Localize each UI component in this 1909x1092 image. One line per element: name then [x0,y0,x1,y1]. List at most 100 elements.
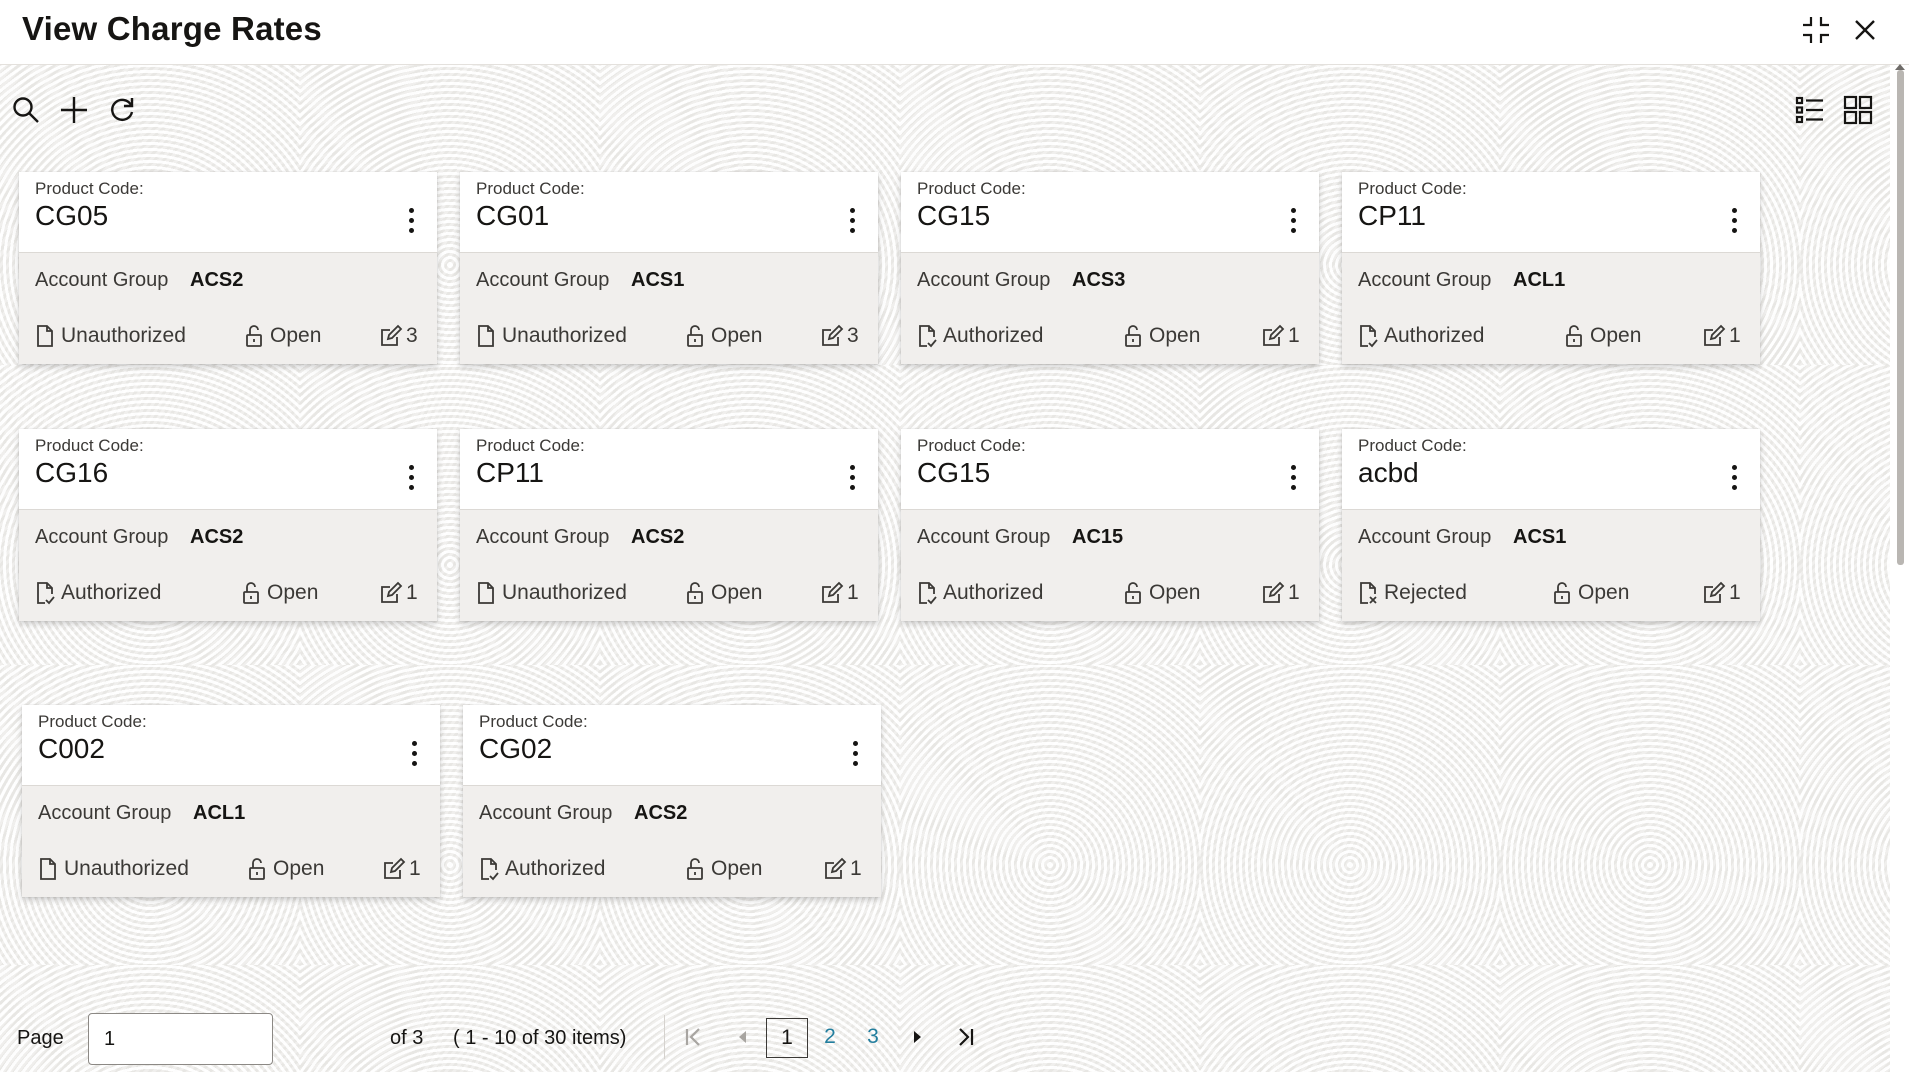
lock-status-text: Open [1590,324,1642,347]
status-text: Authorized [943,581,1044,604]
page-number-input[interactable] [88,1013,273,1065]
more-options-icon[interactable] [1722,457,1746,497]
card-footer: Authorized Open 1 [19,566,437,621]
more-options-icon[interactable] [840,200,864,240]
more-options-icon[interactable] [1281,457,1305,497]
account-group-row: Account Group ACS2 [463,785,881,843]
page-link-current[interactable]: 1 [766,1018,808,1058]
modification-count-value: 1 [1288,324,1300,347]
authorized-document-icon [917,581,937,605]
authorized-document-icon [479,857,499,881]
more-options-icon[interactable] [402,733,426,773]
pagination-bar: Page of 3 ( 1 - 10 of 30 items) 1 2 3 [0,1005,1000,1065]
vertical-scrollbar[interactable] [1895,64,1905,1070]
previous-page-icon[interactable] [725,1019,761,1055]
edit-icon [1702,581,1726,605]
modification-count-value: 3 [847,324,859,347]
account-group-label: Account Group [479,802,613,824]
minimize-icon[interactable] [1796,10,1836,50]
status-text: Unauthorized [61,324,186,347]
modification-count: 1 [1261,324,1300,348]
lock-status: Open [685,581,762,605]
edit-icon [382,857,406,881]
status-indicator: Unauthorized [38,857,189,881]
card-header: Product Code: CG05 [19,172,437,252]
page-link[interactable]: 3 [863,1018,883,1056]
product-code-label: Product Code: [35,436,144,455]
charge-rate-card[interactable]: Product Code: CP11 Account Group ACS2 Unauth… [460,429,878,621]
product-code-value: CP11 [1358,200,1426,231]
modification-count-value: 1 [1729,581,1741,604]
unauthorized-document-icon [35,324,55,348]
account-group-row: Account Group ACS1 [1342,509,1760,567]
account-group-label: Account Group [1358,269,1492,291]
status-text: Unauthorized [64,857,189,880]
charge-rate-card[interactable]: Product Code: CP11 Account Group ACL1 Author… [1342,172,1760,364]
product-code-label: Product Code: [917,436,1026,455]
charge-rate-card[interactable]: Product Code: CG16 Account Group ACS2 Author… [19,429,437,621]
modification-count-value: 1 [850,857,862,880]
close-icon[interactable] [1845,10,1885,50]
modification-count: 3 [379,324,418,348]
edit-icon [379,581,403,605]
card-footer: Authorized Open 1 [1342,309,1760,364]
status-indicator: Unauthorized [35,324,186,348]
edit-icon [379,324,403,348]
edit-icon [1702,324,1726,348]
account-group-value: ACS1 [631,269,685,291]
lock-status-text: Open [1578,581,1630,604]
next-page-icon[interactable] [899,1019,935,1055]
unlock-icon [241,581,261,605]
product-code-value: CG02 [479,733,553,764]
more-options-icon[interactable] [399,200,423,240]
card-footer: Authorized Open 1 [463,842,881,897]
scroll-thumb[interactable] [1897,70,1904,565]
page-total: of 3 [390,1027,424,1049]
account-group-row: Account Group ACL1 [1342,252,1760,310]
more-options-icon[interactable] [840,457,864,497]
unlock-icon [1552,581,1572,605]
charge-rate-card[interactable]: Product Code: CG02 Account Group ACS2 Author… [463,705,881,897]
plus-icon[interactable] [56,92,92,128]
charge-rate-card[interactable]: Product Code: CG15 Account Group AC15 Author… [901,429,1319,621]
authorized-document-icon [35,581,55,605]
last-page-icon[interactable] [947,1019,983,1055]
charge-rate-card[interactable]: Product Code: CG05 Account Group ACS2 Unauth… [19,172,437,364]
modification-count: 1 [1702,324,1741,348]
edit-icon [1261,581,1285,605]
product-code-label: Product Code: [476,436,585,455]
first-page-icon[interactable] [676,1019,712,1055]
modification-count-value: 1 [1729,324,1741,347]
more-options-icon[interactable] [1722,200,1746,240]
status-indicator: Authorized [479,857,605,881]
modification-count: 1 [823,857,862,881]
unlock-icon [1123,581,1143,605]
product-code-value: CG16 [35,457,109,488]
more-options-icon[interactable] [843,733,867,773]
page-link[interactable]: 2 [820,1018,840,1056]
status-text: Unauthorized [502,581,627,604]
status-indicator: Authorized [1358,324,1484,348]
more-options-icon[interactable] [399,457,423,497]
lock-status: Open [241,581,318,605]
modification-count: 1 [382,857,421,881]
more-options-icon[interactable] [1281,200,1305,240]
search-icon[interactable] [8,92,44,128]
lock-status-text: Open [1149,581,1201,604]
product-code-label: Product Code: [1358,179,1467,198]
card-header: Product Code: acbd [1342,429,1760,509]
status-indicator: Unauthorized [476,324,627,348]
charge-rate-card[interactable]: Product Code: CG15 Account Group ACS3 Author… [901,172,1319,364]
charge-rate-card[interactable]: Product Code: C002 Account Group ACL1 Unauth… [22,705,440,897]
edit-icon [820,324,844,348]
account-group-value: ACS3 [1072,269,1126,291]
grid-view-icon[interactable] [1840,92,1876,128]
product-code-label: Product Code: [917,179,1026,198]
charge-rate-card[interactable]: Product Code: CG01 Account Group ACS1 Unauth… [460,172,878,364]
lock-status-text: Open [1149,324,1201,347]
refresh-icon[interactable] [104,92,140,128]
unauthorized-document-icon [38,857,58,881]
charge-rate-card[interactable]: Product Code: acbd Account Group ACS1 Reject… [1342,429,1760,621]
list-view-icon[interactable] [1792,92,1828,128]
modification-count-value: 3 [406,324,418,347]
